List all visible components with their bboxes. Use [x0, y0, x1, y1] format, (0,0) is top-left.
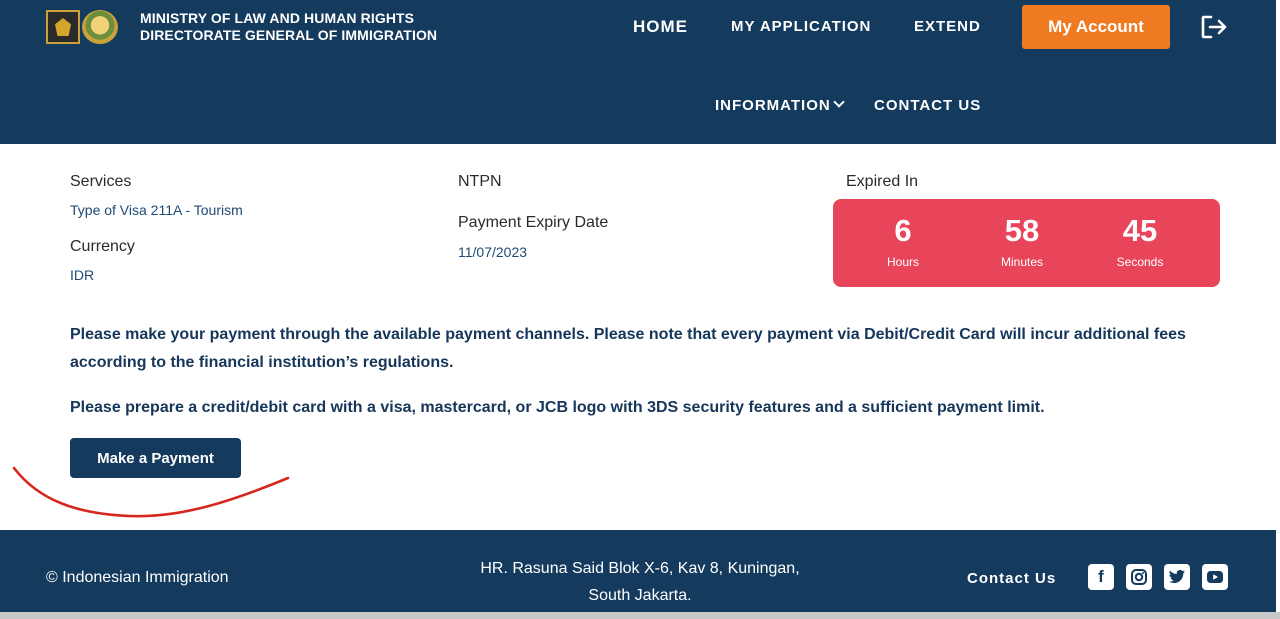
- instagram-icon[interactable]: [1126, 564, 1152, 590]
- services-value: Type of Visa 211A - Tourism: [70, 202, 243, 218]
- site-footer: © Indonesian Immigration HR. Rasuna Said…: [0, 530, 1276, 612]
- red-underline-annotation: [12, 466, 290, 518]
- copyright-text: © Indonesian Immigration: [46, 569, 229, 586]
- footer-contact-us[interactable]: Contact Us: [967, 570, 1056, 587]
- currency-label: Currency: [70, 238, 135, 255]
- countdown-hours: 6 Hours: [843, 213, 963, 269]
- facebook-icon[interactable]: f: [1088, 564, 1114, 590]
- brand-line-2: DIRECTORATE GENERAL OF IMMIGRATION: [140, 27, 438, 43]
- my-account-button[interactable]: My Account: [1022, 5, 1170, 49]
- expired-in-label: Expired In: [846, 173, 919, 190]
- payment-expiry-value: 11/07/2023: [458, 244, 528, 260]
- payment-fee-notice: Please make your payment through the ava…: [70, 326, 1186, 371]
- nav-information[interactable]: INFORMATION: [715, 96, 845, 114]
- nav-home[interactable]: HOME: [633, 17, 688, 37]
- countdown-timer: 6 Hours 58 Minutes 45 Seconds: [833, 199, 1220, 287]
- payment-expiry-label: Payment Expiry Date: [458, 214, 609, 231]
- card-requirement-notice: Please prepare a credit/debit card with …: [70, 399, 1045, 416]
- site-header: MINISTRY OF LAW AND HUMAN RIGHTS DIRECTO…: [0, 0, 1276, 144]
- nav-my-application[interactable]: MY APPLICATION: [731, 18, 871, 35]
- address-line-2: South Jakarta.: [588, 587, 692, 604]
- countdown-minutes: 58 Minutes: [962, 213, 1082, 269]
- brand-title: MINISTRY OF LAW AND HUMAN RIGHTS DIRECTO…: [140, 10, 437, 44]
- youtube-icon[interactable]: [1202, 564, 1228, 590]
- countdown-seconds: 45 Seconds: [1080, 213, 1200, 269]
- footer-address: HR. Rasuna Said Blok X-6, Kav 8, Kuninga…: [440, 555, 840, 609]
- countdown-minutes-value: 58: [1004, 213, 1040, 248]
- nav-extend[interactable]: EXTEND: [914, 18, 981, 35]
- ministry-logo-icon: [46, 10, 80, 44]
- instagram-glyph: [1131, 569, 1147, 585]
- chevron-down-icon: [833, 96, 845, 108]
- logo-group[interactable]: [46, 10, 118, 44]
- countdown-minutes-label: Minutes: [1000, 255, 1044, 269]
- twitter-glyph: [1169, 569, 1185, 584]
- countdown-hours-value: 6: [894, 213, 912, 248]
- ntpn-label: NTPN: [458, 173, 502, 190]
- nav-information-label: INFORMATION: [715, 97, 831, 114]
- window-bottom-edge: [0, 612, 1280, 619]
- currency-value: IDR: [70, 267, 95, 283]
- countdown-seconds-label: Seconds: [1116, 255, 1164, 269]
- youtube-glyph: [1207, 571, 1223, 583]
- countdown-seconds-value: 45: [1122, 213, 1158, 248]
- logout-icon[interactable]: [1200, 14, 1228, 40]
- immigration-emblem-icon: [82, 10, 118, 44]
- services-label: Services: [70, 173, 132, 190]
- address-line-1: HR. Rasuna Said Blok X-6, Kav 8, Kuninga…: [480, 560, 800, 577]
- brand-line-1: MINISTRY OF LAW AND HUMAN RIGHTS: [140, 10, 415, 26]
- countdown-hours-label: Hours: [886, 255, 919, 269]
- nav-contact-us[interactable]: CONTACT US: [874, 97, 981, 114]
- twitter-icon[interactable]: [1164, 564, 1190, 590]
